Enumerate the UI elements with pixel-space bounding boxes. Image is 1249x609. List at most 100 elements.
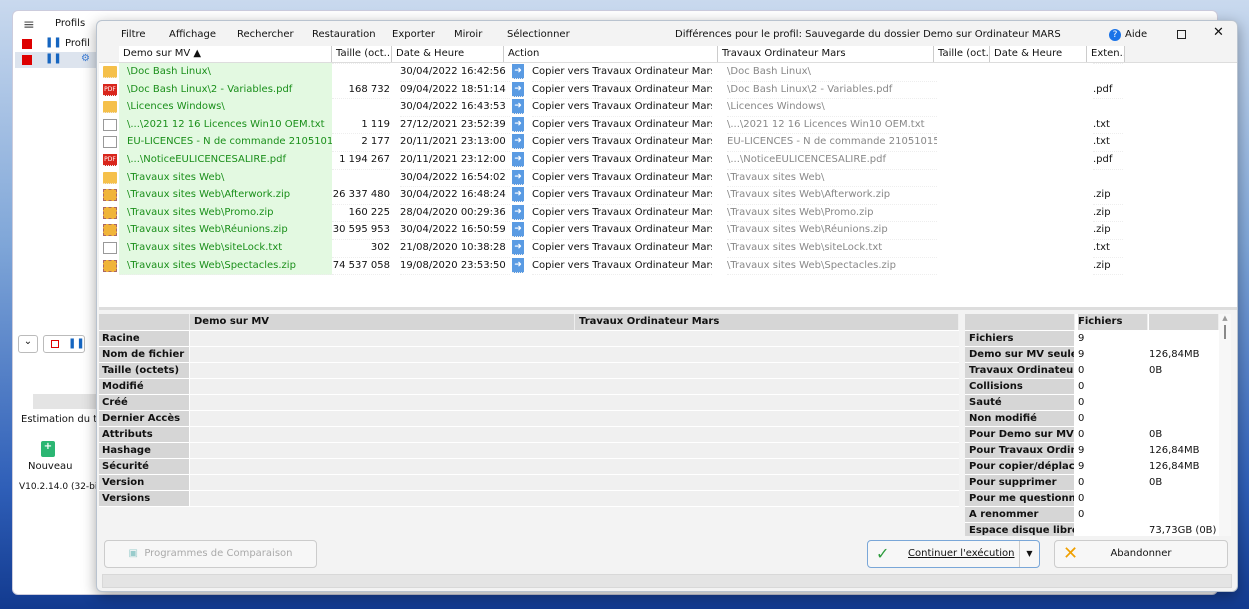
file-row[interactable]: \Travaux sites Web\ 30/04/2022 16:54:02 … (99, 168, 1125, 188)
menu-restore[interactable]: Restauration (312, 29, 376, 40)
close-icon[interactable]: ✕ (1213, 25, 1224, 40)
pause-icon[interactable]: ❚❚ (45, 37, 62, 48)
stat-size: 126,84MB (1149, 461, 1200, 472)
file-list[interactable]: \Doc Bash Linux\ 30/04/2022 16:42:56 ➜ C… (99, 62, 1237, 307)
copy-right-arrow-icon[interactable]: ➜ (512, 99, 524, 115)
stop-pause-button[interactable]: ❚❚ (43, 335, 85, 353)
new-profile-button[interactable]: Nouveau (28, 461, 72, 472)
copy-right-arrow-icon[interactable]: ➜ (512, 134, 524, 150)
extension: .txt (1093, 116, 1123, 135)
left-name: \Licences Windows\ (119, 98, 332, 117)
col-right-date[interactable]: Date & Heure (990, 46, 1087, 62)
file-row[interactable]: \Licences Windows\ 30/04/2022 16:43:53 ➜… (99, 98, 1125, 117)
copy-right-arrow-icon[interactable]: ➜ (512, 169, 524, 185)
col-right-name[interactable]: Travaux Ordinateur Mars (718, 46, 934, 62)
copy-right-arrow-icon[interactable]: ➜ (512, 222, 524, 238)
stats-corner (965, 314, 1075, 330)
file-row[interactable]: \Doc Bash Linux\ 30/04/2022 16:42:56 ➜ C… (99, 63, 1125, 82)
maximize-icon[interactable] (1177, 30, 1186, 39)
extension: .zip (1093, 204, 1123, 223)
stop-icon[interactable] (22, 39, 32, 49)
file-row[interactable]: PDF \...\NoticeEULICENCESALIRE.pdf 1 194 … (99, 151, 1125, 170)
menu-select[interactable]: Sélectionner (507, 29, 570, 40)
right-name: \Travaux sites Web\siteLock.txt (727, 239, 937, 258)
stat-label: Demo sur MV seulement (965, 347, 1074, 362)
new-profile-icon[interactable]: + (41, 441, 55, 457)
pause-icon[interactable]: ❚❚ (45, 53, 62, 64)
compare-label: Programmes de Comparaison (144, 548, 293, 559)
col-left-size[interactable]: Taille (oct... (332, 46, 392, 62)
help-button[interactable]: Aide (1125, 29, 1147, 40)
stat-label: Collisions (965, 379, 1074, 394)
copy-right-arrow-icon[interactable]: ➜ (512, 240, 524, 255)
splitter[interactable] (99, 307, 1237, 310)
col-left-name[interactable]: Demo sur MV ▲ (119, 46, 332, 62)
col-extension[interactable]: Exten... (1087, 46, 1125, 62)
stat-size: 73,73GB (0B) (1149, 525, 1217, 536)
hamburger-menu-icon[interactable]: ≡ (23, 17, 35, 33)
right-name: \Travaux sites Web\ (727, 169, 937, 188)
copy-right-arrow-icon[interactable]: ➜ (512, 64, 524, 79)
col-label: Demo sur MV (123, 48, 191, 59)
file-row[interactable]: \Travaux sites Web\Promo.zip 160 225 28/… (99, 203, 1125, 223)
left-date: 20/11/2021 23:13:00 (400, 133, 510, 152)
profile-column-header[interactable]: Profil (65, 38, 90, 49)
left-name: \Travaux sites Web\Promo.zip (119, 203, 332, 223)
stat-count: 0 (1078, 365, 1085, 376)
action: Copier vers Travaux Ordinateur Mars (532, 221, 712, 240)
left-date: 30/04/2022 16:43:53 (400, 98, 510, 117)
stat-count: 0 (1078, 429, 1085, 440)
abort-button[interactable]: ✕ Abandonner (1054, 540, 1228, 568)
file-row[interactable]: \Travaux sites Web\Spectacles.zip 74 537… (99, 256, 1125, 276)
action: Copier vers Travaux Ordinateur Mars (532, 81, 712, 100)
file-row[interactable]: \Travaux sites Web\Réunions.zip 30 595 9… (99, 221, 1125, 240)
menu-search[interactable]: Rechercher (237, 29, 294, 40)
profiles-menu[interactable]: Profils (55, 18, 85, 29)
col-left-date[interactable]: Date & Heure (392, 46, 504, 62)
file-row[interactable]: EU-LICENCES - N de commande 2105101512ZW… (99, 133, 1125, 152)
menu-filter[interactable]: Filtre (121, 29, 146, 40)
stat-label: Non modifié (965, 411, 1074, 426)
abort-label: Abandonner (1110, 548, 1172, 559)
stats-scrollbar[interactable]: ▲ (1219, 314, 1231, 536)
continue-dropdown-icon[interactable]: ▼ (1019, 541, 1039, 567)
right-name: \Doc Bash Linux\ (727, 63, 937, 82)
action: Copier vers Travaux Ordinateur Mars (532, 186, 712, 205)
left-size (332, 168, 390, 170)
extension: .zip (1093, 257, 1123, 276)
menu-view[interactable]: Affichage (169, 29, 216, 40)
left-size (332, 63, 390, 64)
copy-right-arrow-icon[interactable]: ➜ (512, 81, 524, 97)
col-right-size[interactable]: Taille (oct... (934, 46, 990, 62)
detail-cell (190, 443, 959, 458)
profile-row[interactable]: ❚❚ ⚙ (15, 52, 97, 68)
file-row[interactable]: \Travaux sites Web\siteLock.txt 302 21/0… (99, 239, 1125, 258)
menu-mirror[interactable]: Miroir (454, 29, 482, 40)
help-icon[interactable]: ? (1109, 29, 1121, 41)
pdf-icon: PDF (103, 154, 117, 166)
stat-count: 0 (1078, 397, 1085, 408)
compare-programs-button[interactable]: ▣ Programmes de Comparaison (104, 540, 317, 568)
col-action[interactable]: Action (504, 46, 718, 62)
copy-right-arrow-icon[interactable]: ➜ (512, 204, 524, 220)
copy-right-arrow-icon[interactable]: ➜ (512, 257, 524, 273)
expand-button[interactable]: ⌄ (18, 335, 38, 353)
detail-label: Sécurité (99, 459, 189, 474)
copy-right-arrow-icon[interactable]: ➜ (512, 116, 524, 132)
detail-label: Modifié (99, 379, 189, 394)
left-size: 302 (332, 239, 390, 258)
extension: .pdf (1093, 151, 1123, 170)
detail-label: Nom de fichier (99, 347, 189, 362)
file-row[interactable]: \...\2021 12 16 Licences Win10 OEM.txt 1… (99, 115, 1125, 135)
copy-right-arrow-icon[interactable]: ➜ (512, 152, 524, 167)
detail-label: Attributs (99, 427, 189, 442)
copy-right-arrow-icon[interactable]: ➜ (512, 187, 524, 203)
file-row[interactable]: PDF \Doc Bash Linux\2 - Variables.pdf 168… (99, 80, 1125, 100)
file-row[interactable]: \Travaux sites Web\Afterwork.zip 26 337 … (99, 186, 1125, 205)
menu-export[interactable]: Exporter (392, 29, 435, 40)
continue-button[interactable]: ✓ Continuer l'exécution ▼ (867, 540, 1040, 568)
stat-label: Pour supprimer (965, 475, 1074, 490)
stop-icon[interactable] (22, 55, 32, 65)
extension (1093, 98, 1123, 100)
detail-cell (190, 475, 959, 490)
